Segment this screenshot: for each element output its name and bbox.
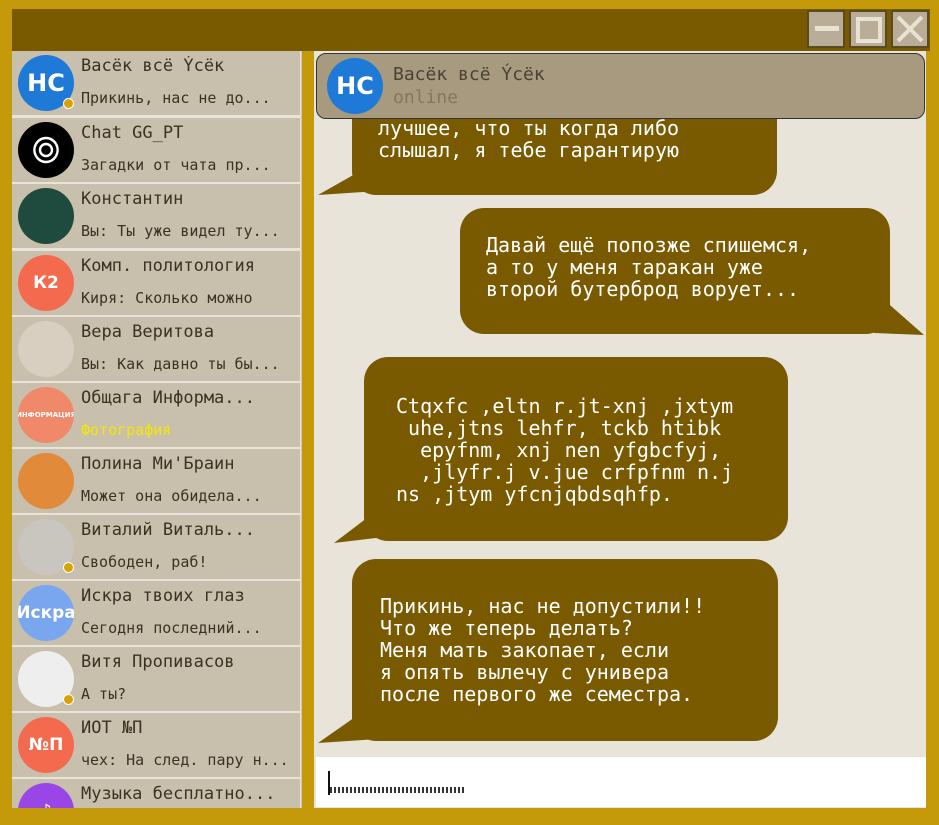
message-composer[interactable] bbox=[316, 757, 926, 807]
chat-list-item[interactable]: ♪ Музыка бесплатно... bbox=[12, 779, 300, 808]
message-text: Ctqxfc ,eltn r.jt-xnj ,jxtym uhe,jtns le… bbox=[396, 394, 734, 506]
unread-dot bbox=[63, 98, 74, 109]
chat-preview: А ты? bbox=[81, 685, 127, 703]
chat-name: Витя Пропивасов bbox=[81, 652, 235, 672]
chat-preview: Фотография bbox=[81, 421, 172, 439]
chat-preview: Может она обидела... bbox=[81, 487, 262, 505]
avatar: К2 bbox=[18, 255, 74, 311]
chat-list-item[interactable]: К2 Комп. политология Киря: Сколько можно bbox=[12, 251, 300, 315]
chat-preview: чех: На след. пару н... bbox=[81, 751, 289, 769]
chat-name: Вера Веритова bbox=[81, 322, 215, 342]
chat-name: Chat GG_PT bbox=[81, 123, 184, 143]
message-bubble-incoming: Прикинь, нас не допустили!! Что же тепер… bbox=[352, 559, 778, 741]
typing-indicator bbox=[330, 787, 464, 793]
message-text: Прикинь, нас не допустили!! Что же тепер… bbox=[380, 594, 706, 706]
avatar: Искра bbox=[18, 585, 74, 641]
avatar: НС bbox=[327, 58, 383, 114]
chat-list-scrollbar[interactable] bbox=[301, 51, 302, 808]
chat-list-item[interactable]: ИНФОРМАЦИЯ Общага Информа... Фотография bbox=[12, 383, 300, 447]
avatar: ИНФОРМАЦИЯ bbox=[18, 387, 74, 443]
bubble-tail bbox=[334, 505, 384, 543]
avatar: ♪ bbox=[18, 783, 74, 808]
bubble-tail bbox=[874, 291, 924, 335]
message-text: Давай ещё попозже спишемся, а то у меня … bbox=[486, 233, 812, 301]
chat-name: Комп. политология bbox=[81, 256, 255, 276]
chat-name: Константин bbox=[81, 189, 184, 209]
message-bubble-outgoing: Давай ещё попозже спишемся, а то у меня … bbox=[460, 208, 890, 334]
avatar bbox=[18, 122, 74, 178]
chat-name: Общага Информа... bbox=[81, 388, 255, 408]
unread-dot bbox=[63, 562, 74, 573]
avatar: №П bbox=[18, 717, 74, 773]
message-text: лучшее, что ты когда либо слышал, я тебе… bbox=[378, 116, 680, 162]
conversation-header[interactable]: НС Васёк всё Ýсёк online bbox=[316, 53, 925, 119]
avatar bbox=[18, 453, 74, 509]
chat-list-item[interactable]: НС Васёк всё Ýсёк Прикинь, нас не до... bbox=[12, 51, 300, 115]
chat-list-item[interactable]: Искра Искра твоих глаз Сегодня последний..… bbox=[12, 581, 300, 645]
avatar-initials: ♪ bbox=[41, 801, 52, 808]
openai-logo-icon bbox=[33, 136, 59, 164]
chat-list-item[interactable]: Витя Пропивасов А ты? bbox=[12, 647, 300, 711]
chat-preview: Вы: Ты уже видел ту... bbox=[81, 222, 280, 240]
minimize-icon bbox=[815, 26, 839, 31]
chat-name: Васёк всё Ýсёк bbox=[81, 56, 225, 76]
chat-list-item[interactable]: Вера Веритова Вы: Как давно ты бы... bbox=[12, 317, 300, 381]
chat-list-item[interactable]: Chat GG_PT Загадки от чата пр... bbox=[12, 118, 300, 182]
chat-name: ИОТ №П bbox=[81, 718, 143, 738]
maximize-icon bbox=[856, 17, 882, 43]
chat-preview: Загадки от чата пр... bbox=[81, 156, 271, 174]
bubble-tail bbox=[318, 161, 378, 195]
chat-name: Искра твоих глаз bbox=[81, 586, 245, 606]
message-bubble-incoming: Ctqxfc ,eltn r.jt-xnj ,jxtym uhe,jtns le… bbox=[364, 357, 788, 541]
chat-preview: Прикинь, нас не до... bbox=[81, 89, 271, 107]
chat-list-item[interactable]: №П ИОТ №П чех: На след. пару н... bbox=[12, 713, 300, 777]
avatar bbox=[18, 321, 74, 377]
close-icon bbox=[896, 15, 924, 43]
chat-preview: Киря: Сколько можно bbox=[81, 289, 253, 307]
minimize-button[interactable] bbox=[807, 10, 845, 48]
unread-dot bbox=[63, 694, 74, 705]
avatar-initials: ИНФОРМАЦИЯ bbox=[18, 411, 74, 419]
avatar-initials: НС bbox=[27, 69, 65, 97]
conversation-panel: НС Васёк всё Ýсёк online лучшее, что ты … bbox=[314, 51, 926, 808]
chat-name: Музыка бесплатно... bbox=[81, 784, 276, 804]
contact-name: Васёк всё Ýсёк bbox=[393, 64, 545, 85]
avatar-initials: НС bbox=[336, 72, 374, 100]
chat-name: Виталий Виталь... bbox=[81, 520, 255, 540]
chat-list[interactable]: НС Васёк всё Ýсёк Прикинь, нас не до... Cha… bbox=[12, 51, 302, 808]
avatar-initials: №П bbox=[28, 735, 64, 755]
title-bar[interactable] bbox=[12, 9, 930, 51]
avatar-initials: Искра bbox=[18, 603, 74, 623]
chat-preview: Вы: Как давно ты бы... bbox=[81, 355, 280, 373]
chat-name: Полина Ми'Браин bbox=[81, 454, 235, 474]
bubble-tail bbox=[318, 701, 378, 743]
chat-preview: Сегодня последний... bbox=[81, 619, 262, 637]
close-button[interactable] bbox=[891, 10, 929, 48]
chat-preview: Свободен, раб! bbox=[81, 553, 208, 571]
app-window: НС Васёк всё Ýсёк Прикинь, нас не до... Cha… bbox=[0, 0, 939, 825]
maximize-button[interactable] bbox=[849, 10, 887, 48]
avatar-initials: К2 bbox=[33, 273, 59, 293]
chat-list-item[interactable]: Полина Ми'Браин Может она обидела... bbox=[12, 449, 300, 513]
avatar bbox=[18, 188, 74, 244]
chat-list-item[interactable]: Виталий Виталь... Свободен, раб! bbox=[12, 515, 300, 579]
contact-status: online bbox=[393, 87, 459, 108]
chat-list-item[interactable]: Константин Вы: Ты уже видел ту... bbox=[12, 184, 300, 248]
